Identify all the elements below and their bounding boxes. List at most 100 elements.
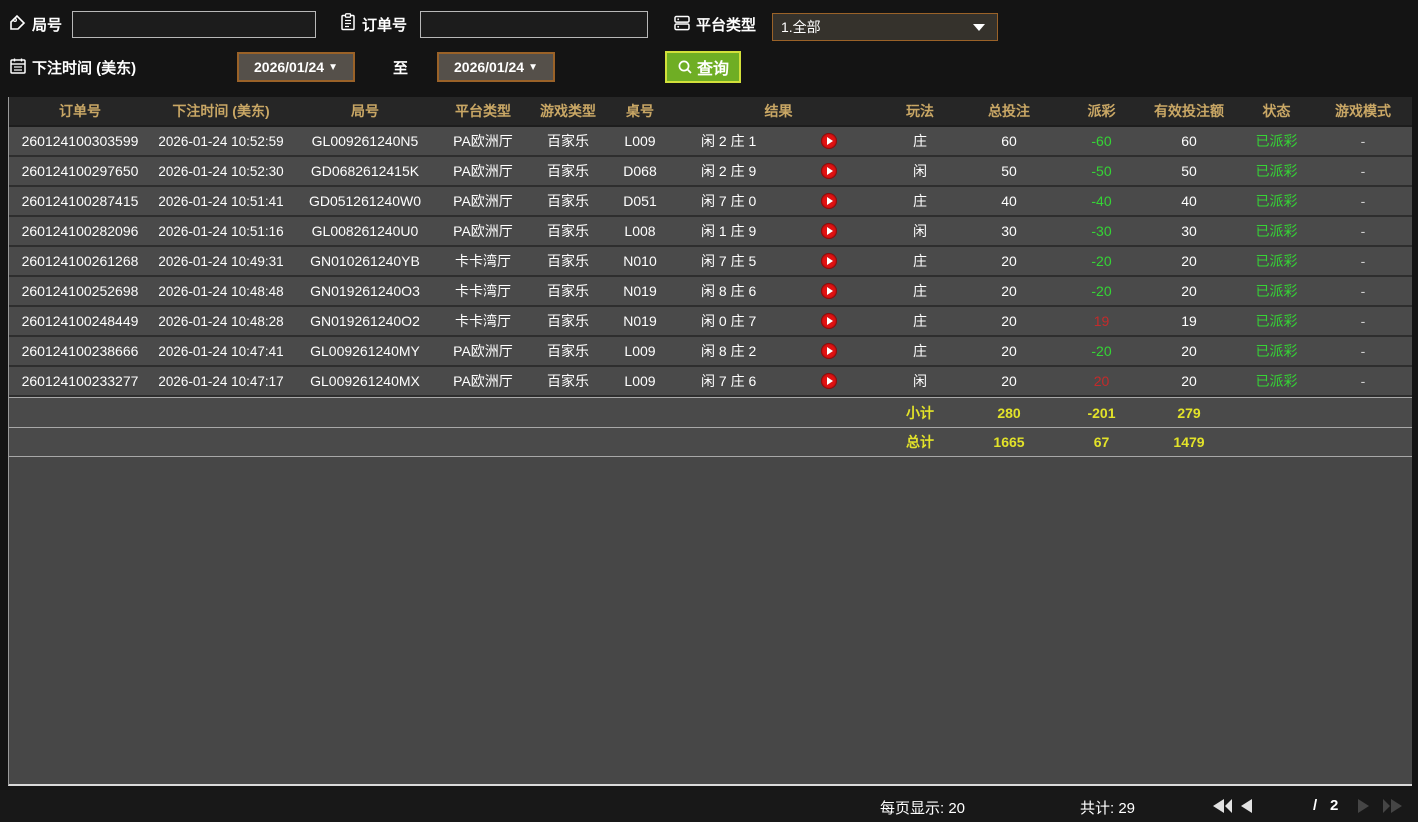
result-text: 闲 8 庄 2 xyxy=(701,343,756,359)
page-separator: / xyxy=(1313,797,1317,814)
cell-round-id: GL008261240U0 xyxy=(291,223,439,239)
cell-result: 闲 2 庄 1 xyxy=(671,131,886,151)
column-header: 平台类型 xyxy=(439,101,527,121)
cell-total-bet: 20 xyxy=(954,253,1064,269)
column-header: 派彩 xyxy=(1064,101,1139,121)
cell-game-type: 百家乐 xyxy=(527,221,609,241)
prev-page-button[interactable] xyxy=(1241,799,1252,813)
replay-play-icon[interactable] xyxy=(821,373,837,389)
cell-game-mode: - xyxy=(1314,163,1412,179)
cell-play-type: 庄 xyxy=(886,251,954,271)
cell-total-bet: 20 xyxy=(954,283,1064,299)
total-valid-bet: 1479 xyxy=(1139,434,1239,450)
cell-result: 闲 7 庄 0 xyxy=(671,191,886,211)
first-page-button[interactable] xyxy=(1213,799,1232,813)
replay-play-icon[interactable] xyxy=(821,253,837,269)
chevron-down-icon: ▼ xyxy=(528,62,538,73)
cell-game-type: 百家乐 xyxy=(527,311,609,331)
last-page-button[interactable] xyxy=(1383,799,1402,813)
cell-order-id: 260124100282096 xyxy=(9,223,151,239)
cell-round-id: GL009261240MY xyxy=(291,343,439,359)
cell-valid-bet: 20 xyxy=(1139,283,1239,299)
next-page-button[interactable] xyxy=(1358,799,1369,813)
round-label: 局号 xyxy=(32,14,62,35)
cell-round-id: GN019261240O3 xyxy=(291,283,439,299)
cell-game-type: 百家乐 xyxy=(527,131,609,151)
replay-play-icon[interactable] xyxy=(821,163,837,179)
cell-play-type: 庄 xyxy=(886,191,954,211)
column-header: 游戏类型 xyxy=(527,101,609,121)
cell-game-mode: - xyxy=(1314,343,1412,359)
cell-game-type: 百家乐 xyxy=(527,281,609,301)
cell-total-bet: 50 xyxy=(954,163,1064,179)
cell-bet-time: 2026-01-24 10:52:30 xyxy=(151,164,291,179)
calendar-icon xyxy=(8,56,28,76)
column-header: 结果 xyxy=(671,101,886,121)
cell-order-id: 260124100248449 xyxy=(9,313,151,329)
replay-play-icon[interactable] xyxy=(821,343,837,359)
date-from-picker[interactable]: 2026/01/24 ▼ xyxy=(237,52,355,82)
replay-play-icon[interactable] xyxy=(821,193,837,209)
bet-records-table: 订单号下注时间 (美东)局号平台类型游戏类型桌号结果玩法总投注派彩有效投注额状态… xyxy=(8,97,1412,786)
cell-valid-bet: 40 xyxy=(1139,193,1239,209)
platform-select[interactable]: 1.全部 xyxy=(772,13,998,41)
cell-platform: PA欧洲厅 xyxy=(439,161,527,181)
column-header: 状态 xyxy=(1239,101,1314,121)
platform-label: 平台类型 xyxy=(696,14,756,35)
toolbar: 局号 订单号 平台类型 1.全部 下注时间 (美东) 2026/01/24 ▼ … xyxy=(0,0,1418,95)
cell-platform: PA欧洲厅 xyxy=(439,341,527,361)
cell-result: 闲 7 庄 6 xyxy=(671,371,886,391)
status-badge: 已派彩 xyxy=(1239,371,1314,391)
replay-play-icon[interactable] xyxy=(821,133,837,149)
cell-table-no: L009 xyxy=(609,343,671,359)
cell-result: 闲 1 庄 9 xyxy=(671,221,886,241)
cell-total-bet: 20 xyxy=(954,373,1064,389)
cell-play-type: 庄 xyxy=(886,131,954,151)
cell-platform: 卡卡湾厅 xyxy=(439,251,527,271)
date-to-picker[interactable]: 2026/01/24 ▼ xyxy=(437,52,555,82)
cell-payout: 20 xyxy=(1064,373,1139,389)
result-text: 闲 7 庄 5 xyxy=(701,253,756,269)
cell-payout: -60 xyxy=(1064,133,1139,149)
cell-valid-bet: 60 xyxy=(1139,133,1239,149)
table-row: 260124100248449 2026-01-24 10:48:28 GN01… xyxy=(9,307,1412,337)
cell-payout: -40 xyxy=(1064,193,1139,209)
query-button[interactable]: 查询 xyxy=(665,51,741,83)
subtotal-payout: -201 xyxy=(1064,405,1139,421)
cell-play-type: 庄 xyxy=(886,341,954,361)
table-row: 260124100261268 2026-01-24 10:49:31 GN01… xyxy=(9,247,1412,277)
cell-total-bet: 30 xyxy=(954,223,1064,239)
total-label: 总计 xyxy=(886,432,954,452)
status-badge: 已派彩 xyxy=(1239,161,1314,181)
cell-bet-time: 2026-01-24 10:51:16 xyxy=(151,224,291,239)
cell-total-bet: 20 xyxy=(954,313,1064,329)
column-header: 总投注 xyxy=(954,101,1064,121)
cell-valid-bet: 20 xyxy=(1139,253,1239,269)
cell-payout: -50 xyxy=(1064,163,1139,179)
subtotal-total-bet: 280 xyxy=(954,405,1064,421)
order-input[interactable] xyxy=(420,11,648,38)
cell-play-type: 闲 xyxy=(886,221,954,241)
cell-game-type: 百家乐 xyxy=(527,341,609,361)
replay-play-icon[interactable] xyxy=(821,313,837,329)
platform-icon xyxy=(672,13,692,33)
cell-round-id: GN019261240O2 xyxy=(291,313,439,329)
replay-play-icon[interactable] xyxy=(821,283,837,299)
cell-game-mode: - xyxy=(1314,253,1412,269)
subtotal-label: 小计 xyxy=(886,403,954,423)
cell-table-no: L009 xyxy=(609,133,671,149)
column-header: 桌号 xyxy=(609,101,671,121)
cell-valid-bet: 30 xyxy=(1139,223,1239,239)
cell-bet-time: 2026-01-24 10:48:48 xyxy=(151,284,291,299)
status-badge: 已派彩 xyxy=(1239,221,1314,241)
replay-play-icon[interactable] xyxy=(821,223,837,239)
round-input[interactable] xyxy=(72,11,316,38)
cell-play-type: 闲 xyxy=(886,371,954,391)
cell-game-type: 百家乐 xyxy=(527,161,609,181)
cell-platform: PA欧洲厅 xyxy=(439,371,527,391)
search-icon xyxy=(677,59,694,76)
column-header: 有效投注额 xyxy=(1139,101,1239,121)
cell-payout: -20 xyxy=(1064,253,1139,269)
column-header: 下注时间 (美东) xyxy=(151,101,291,121)
cell-valid-bet: 20 xyxy=(1139,343,1239,359)
